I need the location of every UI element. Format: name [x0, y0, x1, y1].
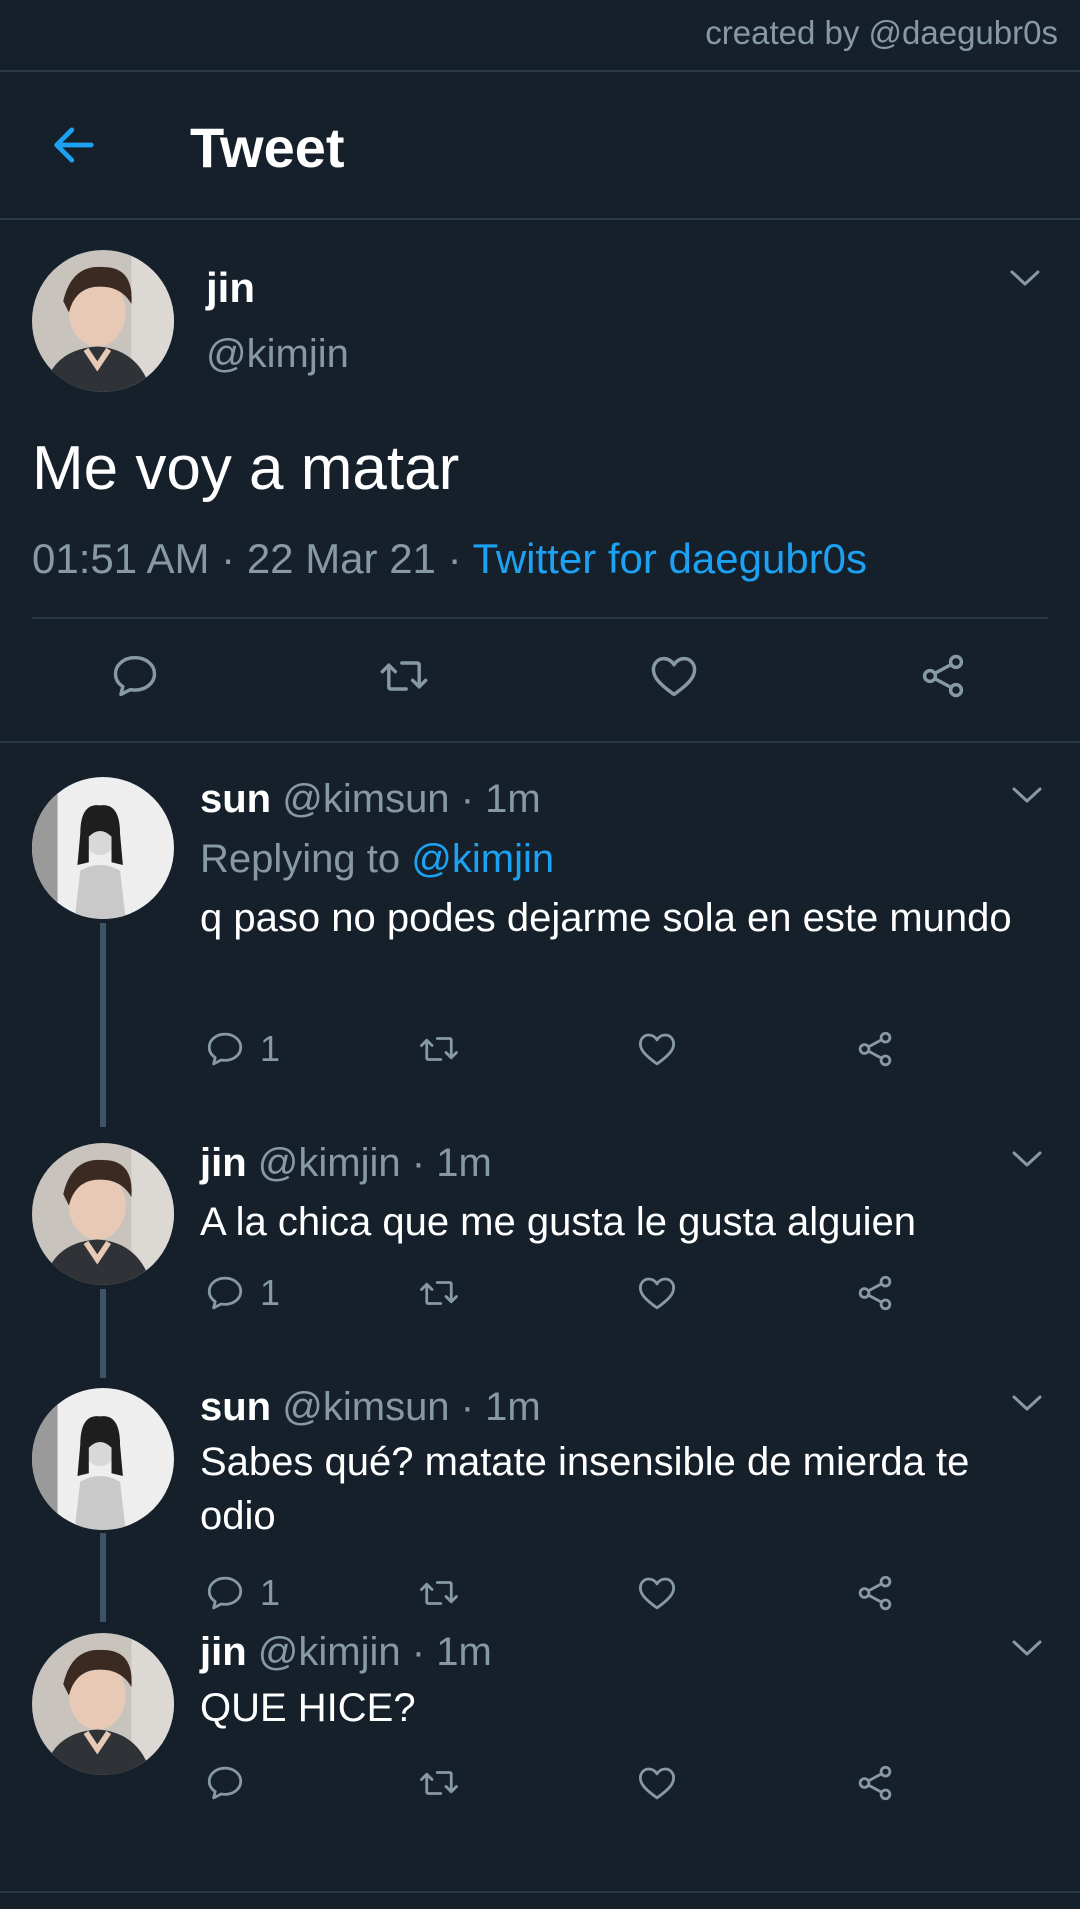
avatar-sun[interactable]	[32, 1388, 174, 1530]
reply-actions: 1	[200, 1271, 920, 1321]
reply-author-handle[interactable]: @kimjin	[258, 1141, 401, 1185]
like-button[interactable]	[636, 1271, 678, 1315]
share-icon	[858, 1031, 892, 1067]
retweet-button[interactable]	[418, 1271, 460, 1315]
like-heart-icon[interactable]	[648, 650, 700, 702]
retweet-icon[interactable]	[378, 650, 430, 702]
reply-time: · 1m	[460, 1385, 541, 1429]
reply-button[interactable]: 1	[204, 1027, 280, 1071]
tweet-text: Me voy a matar	[32, 434, 460, 503]
reply-header: jin @kimjin · 1m	[200, 1630, 492, 1675]
share-button[interactable]	[854, 1027, 896, 1071]
credit-text: created by @daegubr0s	[705, 14, 1058, 51]
tweet-date: 22 Mar 21	[246, 535, 436, 582]
reply-text: QUE HICE?	[200, 1686, 416, 1730]
chevron-down-icon[interactable]	[1010, 1638, 1044, 1658]
page-title: Tweet	[190, 116, 345, 179]
replying-to: Replying to @kimjin	[200, 837, 554, 882]
author-name[interactable]: jin	[206, 264, 255, 312]
retweet-button[interactable]	[418, 1571, 460, 1615]
meta-separator: ·	[447, 535, 462, 582]
reply-time: · 1m	[411, 1630, 492, 1674]
reply-button[interactable]: 1	[204, 1571, 280, 1615]
reply-icon[interactable]	[109, 650, 161, 702]
share-icon[interactable]	[917, 650, 969, 702]
like-button[interactable]	[636, 1761, 678, 1805]
share-button[interactable]	[854, 1571, 896, 1615]
bottom-divider	[0, 1891, 1080, 1909]
chevron-down-icon[interactable]	[1010, 1149, 1044, 1169]
retweet-icon	[420, 1037, 458, 1061]
reply-author-name[interactable]: sun	[200, 1385, 271, 1429]
retweet-icon	[420, 1771, 458, 1795]
like-heart-icon	[638, 1577, 676, 1610]
replying-to-handle[interactable]: @kimjin	[411, 837, 554, 881]
author-handle[interactable]: @kimjin	[206, 332, 349, 377]
retweet-icon	[420, 1281, 458, 1305]
reply-text: Sabes qué? matate insensible de mierda t…	[200, 1440, 970, 1538]
reply-author-name[interactable]: jin	[200, 1630, 247, 1674]
header: Tweet	[0, 72, 1080, 220]
reply-author-handle[interactable]: @kimjin	[258, 1630, 401, 1674]
reply-time: · 1m	[460, 777, 541, 821]
retweet-button[interactable]	[418, 1761, 460, 1805]
reply-text: A la chica que me gusta le gusta alguien	[200, 1200, 917, 1244]
like-button[interactable]	[636, 1027, 678, 1071]
thread-line	[100, 1533, 106, 1622]
like-button[interactable]	[636, 1571, 678, 1615]
reply-icon	[207, 1576, 243, 1610]
reply-text: q paso no podes dejarme sola en este mun…	[200, 896, 1012, 940]
reply-author-name[interactable]: jin	[200, 1141, 247, 1185]
like-heart-icon	[638, 1767, 676, 1800]
top-credit-bar: created by @daegubr0s	[0, 0, 1080, 72]
reply-time: · 1m	[411, 1141, 492, 1185]
thread-line	[100, 1289, 106, 1378]
reply-author-handle[interactable]: @kimsun	[282, 1385, 449, 1429]
chevron-down-icon[interactable]	[1010, 1393, 1044, 1413]
back-arrow-icon[interactable]	[48, 119, 100, 171]
like-heart-icon	[638, 1033, 676, 1066]
reply-icon	[207, 1766, 243, 1800]
avatar-jin[interactable]	[32, 1633, 174, 1775]
reply-actions: 1	[200, 1571, 920, 1621]
share-icon	[858, 1275, 892, 1311]
like-heart-icon	[638, 1277, 676, 1310]
share-button[interactable]	[854, 1761, 896, 1805]
divider	[32, 617, 1048, 619]
share-button[interactable]	[854, 1271, 896, 1315]
reply-header: sun @kimsun · 1m	[200, 1385, 541, 1430]
reply-button[interactable]	[204, 1761, 260, 1805]
reply-header: sun @kimsun · 1m	[200, 777, 541, 822]
share-icon	[858, 1765, 892, 1801]
reply-icon	[207, 1276, 243, 1310]
thread-line	[100, 923, 106, 1127]
reply-header: jin @kimjin · 1m	[200, 1141, 492, 1186]
meta-separator: ·	[221, 535, 236, 582]
reply-actions	[200, 1761, 920, 1811]
main-tweet: jin @kimjin Me voy a matar 01:51 AM · 22…	[0, 220, 1080, 743]
tweet-time: 01:51 AM	[32, 535, 210, 582]
retweet-button[interactable]	[418, 1027, 460, 1071]
reply-count: 1	[260, 1572, 281, 1613]
reply-actions: 1	[200, 1027, 920, 1077]
tweet-source-link[interactable]: Twitter for daegubr0s	[473, 535, 868, 582]
tweet-actions	[0, 650, 1080, 730]
retweet-icon	[420, 1581, 458, 1605]
reply-author-handle[interactable]: @kimsun	[282, 777, 449, 821]
reply-icon	[207, 1032, 243, 1066]
avatar-jin[interactable]	[32, 250, 174, 392]
chevron-down-icon[interactable]	[1008, 268, 1042, 288]
tweet-meta: 01:51 AM · 22 Mar 21 · Twitter for daegu…	[32, 535, 867, 583]
avatar-sun[interactable]	[32, 777, 174, 919]
reply-count: 1	[260, 1272, 281, 1313]
share-icon	[858, 1575, 892, 1611]
reply-author-name[interactable]: sun	[200, 777, 271, 821]
replying-to-label: Replying to	[200, 837, 401, 881]
reply-button[interactable]: 1	[204, 1271, 280, 1315]
chevron-down-icon[interactable]	[1010, 785, 1044, 805]
reply-count: 1	[260, 1028, 281, 1069]
avatar-jin[interactable]	[32, 1143, 174, 1285]
